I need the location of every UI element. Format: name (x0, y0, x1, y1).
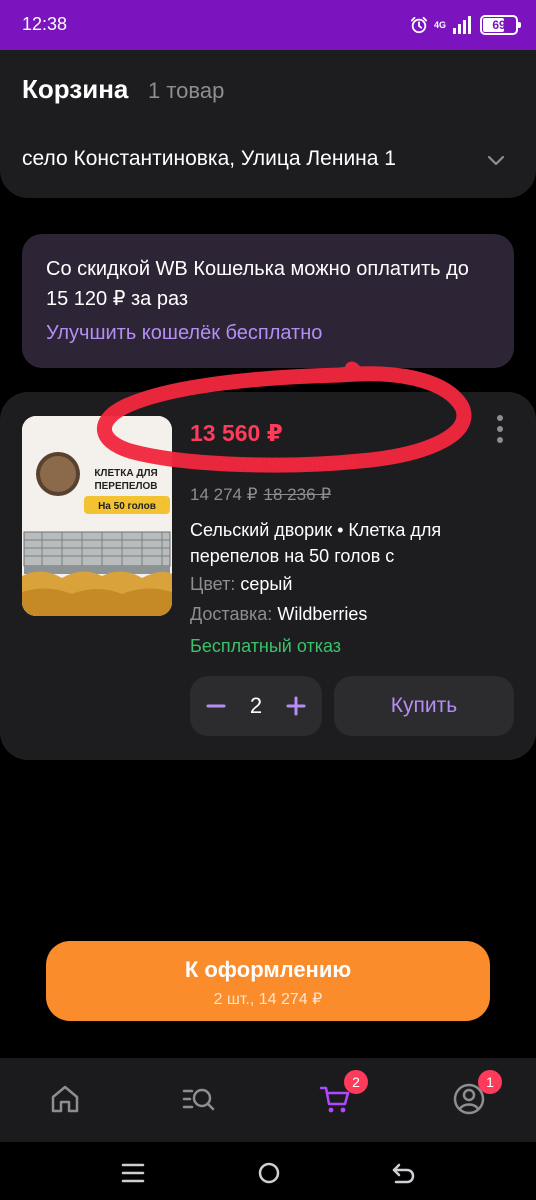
wallet-price-label: с WB Кошельком (222, 454, 357, 473)
minus-icon (206, 704, 226, 708)
price-with-wallet: 13 560 ₽ (190, 420, 283, 446)
product-name[interactable]: Сельский дворик • Клетка для перепелов н… (190, 517, 490, 569)
system-nav-bar (0, 1142, 536, 1200)
price-regular: 14 274 ₽ (190, 485, 258, 504)
color-label: Цвет: (190, 574, 236, 594)
image-caption-line3: На 50 голов (98, 501, 156, 512)
increase-quantity-button[interactable] (282, 692, 310, 720)
buy-button[interactable]: Купить (334, 676, 514, 736)
signal-icon (453, 16, 471, 34)
plus-icon (286, 696, 306, 716)
product-color: Цвет: серый (190, 574, 292, 595)
recent-apps-icon[interactable] (120, 1160, 146, 1186)
decrease-quantity-button[interactable] (202, 692, 230, 720)
checkout-summary: 2 шт., 14 274 ₽ (213, 991, 323, 1008)
back-icon[interactable] (390, 1160, 416, 1186)
checkout-label: К оформлению (184, 957, 352, 982)
nav-profile[interactable]: 1 (452, 1070, 502, 1116)
header-card (0, 50, 536, 198)
image-caption-line2: ПЕРЕПЕЛОВ (94, 481, 157, 492)
free-cancel-label: Бесплатный отказ (190, 636, 342, 656)
nav-cart[interactable]: 2 (318, 1070, 368, 1116)
page-title: Корзина (22, 74, 129, 104)
home-button-icon[interactable] (256, 1160, 282, 1186)
profile-badge: 1 (478, 1070, 502, 1094)
color-value: серый (240, 574, 293, 594)
image-caption-line1: КЛЕТКА ДЛЯ (94, 468, 157, 479)
nav-catalog[interactable] (182, 1082, 216, 1116)
cart-item-count: 1 товар (148, 78, 225, 103)
price-old: 18 236 ₽ (263, 485, 332, 504)
nav-home[interactable] (48, 1082, 82, 1116)
checkout-button[interactable]: К оформлению 2 шт., 14 274 ₽ (46, 941, 490, 1021)
delivery-address[interactable]: село Константиновка, Улица Ленина 1 (22, 147, 480, 171)
wallet-promo-banner[interactable]: Со скидкой WB Кошелька можно оплатить до… (22, 234, 514, 368)
product-image[interactable]: КЛЕТКА ДЛЯ ПЕРЕПЕЛОВ На 50 голов (22, 416, 172, 616)
quail-cage-image: КЛЕТКА ДЛЯ ПЕРЕПЕЛОВ На 50 голов (22, 416, 172, 616)
status-bar: 12:38 4G 69 (0, 0, 536, 50)
cart-badge: 2 (344, 1070, 368, 1094)
more-options-icon[interactable] (492, 414, 508, 444)
product-delivery: Доставка: Wildberries (190, 604, 367, 625)
catalog-search-icon (182, 1088, 215, 1111)
quantity-stepper: 2 (190, 676, 322, 736)
status-time: 12:38 (22, 14, 68, 34)
quantity-value: 2 (249, 693, 263, 718)
alarm-icon (410, 16, 428, 34)
cart-product-card: КЛЕТКА ДЛЯ ПЕРЕПЕЛОВ На 50 голов 13 560 … (0, 392, 536, 760)
upgrade-wallet-link[interactable]: Улучшить кошелёк бесплатно (46, 322, 322, 345)
battery-icon: 69 (480, 15, 521, 35)
battery-percent: 69 (492, 18, 506, 32)
bottom-nav: 2 1 (0, 1058, 536, 1142)
network-4g-icon: 4G (433, 19, 446, 30)
home-icon (51, 1085, 79, 1113)
delivery-value: Wildberries (277, 604, 368, 624)
price-row: 14 274 ₽ 18 236 ₽ (190, 485, 331, 505)
delivery-label: Доставка: (190, 604, 273, 624)
wallet-promo-text: Со скидкой WB Кошелька можно оплатить до… (46, 258, 469, 310)
chevron-down-icon[interactable] (486, 150, 506, 170)
status-icons: 4G 69 (410, 12, 521, 38)
